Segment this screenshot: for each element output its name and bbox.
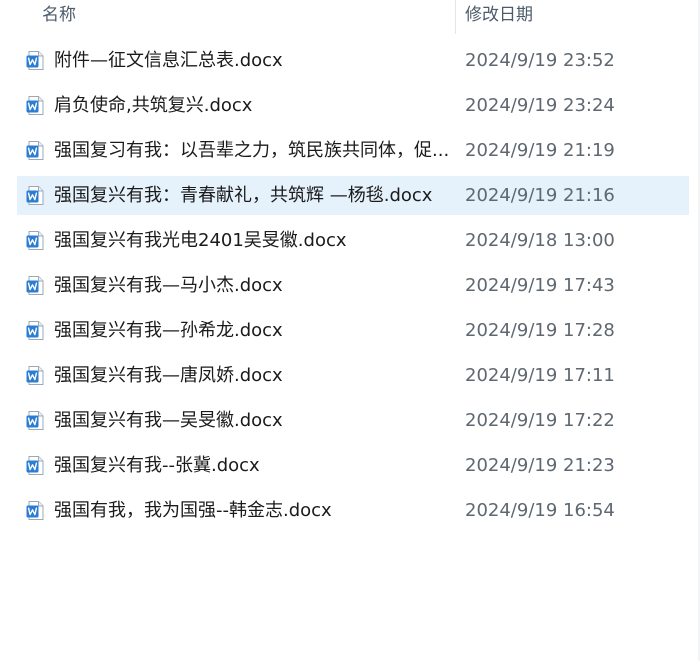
- file-modified-date: 2024/9/19 23:24: [465, 95, 615, 116]
- file-name[interactable]: 强国复兴有我—唐凤娇.docx: [54, 357, 454, 394]
- column-divider[interactable]: [455, 0, 456, 34]
- file-modified-date: 2024/9/19 17:43: [465, 275, 615, 296]
- file-modified-date: 2024/9/19 17:28: [465, 320, 615, 341]
- file-name[interactable]: 强国复习有我：以吾辈之力，筑民族共同体，促...: [54, 132, 454, 169]
- column-header-date-modified[interactable]: 修改日期: [465, 4, 533, 26]
- file-name[interactable]: 附件—征文信息汇总表.docx: [54, 42, 454, 79]
- file-row[interactable]: 强国复兴有我—马小杰.docx 2024/9/19 17:43: [17, 266, 689, 305]
- file-name[interactable]: 强国有我，我为国强--韩金志.docx: [54, 492, 454, 529]
- word-doc-icon: [25, 140, 46, 161]
- word-doc-icon: [25, 320, 46, 341]
- file-name[interactable]: 强国复兴有我—吴旻徽.docx: [54, 402, 454, 439]
- file-list: 附件—征文信息汇总表.docx 2024/9/19 23:52 肩负使命,共筑复兴…: [17, 41, 689, 536]
- word-doc-icon: [25, 500, 46, 521]
- sort-indicator-icon[interactable]: ^: [236, 0, 244, 7]
- word-doc-icon: [25, 230, 46, 251]
- word-doc-icon: [25, 455, 46, 476]
- file-row[interactable]: 附件—征文信息汇总表.docx 2024/9/19 23:52: [17, 41, 689, 80]
- file-row[interactable]: 强国复兴有我光电2401吴旻徽.docx 2024/9/18 13:00: [17, 221, 689, 260]
- file-row[interactable]: 强国复兴有我：青春献礼，共筑辉 —杨毯.docx 2024/9/19 21:16: [17, 176, 689, 215]
- word-doc-icon: [25, 50, 46, 71]
- file-modified-date: 2024/9/19 16:54: [465, 500, 615, 521]
- file-name[interactable]: 强国复兴有我：青春献礼，共筑辉 —杨毯.docx: [54, 177, 454, 214]
- file-modified-date: 2024/9/18 13:00: [465, 230, 615, 251]
- file-row[interactable]: 肩负使命,共筑复兴.docx 2024/9/19 23:24: [17, 86, 689, 125]
- word-doc-icon: [25, 410, 46, 431]
- file-row[interactable]: 强国复习有我：以吾辈之力，筑民族共同体，促... 2024/9/19 21:19: [17, 131, 689, 170]
- word-doc-icon: [25, 95, 46, 116]
- file-name[interactable]: 强国复兴有我光电2401吴旻徽.docx: [54, 222, 454, 259]
- file-modified-date: 2024/9/19 17:22: [465, 410, 615, 431]
- column-header-name[interactable]: 名称: [42, 4, 76, 26]
- file-row[interactable]: 强国复兴有我—孙希龙.docx 2024/9/19 17:28: [17, 311, 689, 350]
- file-row[interactable]: 强国复兴有我—吴旻徽.docx 2024/9/19 17:22: [17, 401, 689, 440]
- file-modified-date: 2024/9/19 23:52: [465, 50, 615, 71]
- word-doc-icon: [25, 365, 46, 386]
- file-name[interactable]: 肩负使命,共筑复兴.docx: [54, 87, 454, 124]
- file-modified-date: 2024/9/19 17:11: [465, 365, 615, 386]
- file-row[interactable]: 强国复兴有我--张冀.docx 2024/9/19 21:23: [17, 446, 689, 485]
- file-modified-date: 2024/9/19 21:23: [465, 455, 615, 476]
- file-name[interactable]: 强国复兴有我—孙希龙.docx: [54, 312, 454, 349]
- file-name[interactable]: 强国复兴有我--张冀.docx: [54, 447, 454, 484]
- file-modified-date: 2024/9/19 21:16: [465, 185, 615, 206]
- word-doc-icon: [25, 185, 46, 206]
- file-modified-date: 2024/9/19 21:19: [465, 140, 615, 161]
- file-row[interactable]: 强国复兴有我—唐凤娇.docx 2024/9/19 17:11: [17, 356, 689, 395]
- word-doc-icon: [25, 275, 46, 296]
- file-name[interactable]: 强国复兴有我—马小杰.docx: [54, 267, 454, 304]
- column-header-bar: ^ 名称 修改日期: [0, 0, 700, 34]
- file-row[interactable]: 强国有我，我为国强--韩金志.docx 2024/9/19 16:54: [17, 491, 689, 530]
